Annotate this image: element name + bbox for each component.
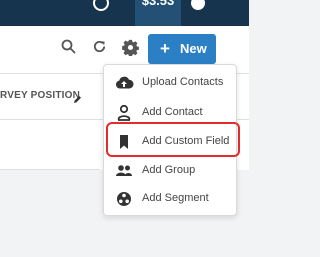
column-header-survey-position[interactable]: RVEY POSITION bbox=[0, 90, 80, 101]
gear-icon[interactable] bbox=[122, 39, 139, 61]
menu-item-add-segment[interactable]: Add Segment bbox=[104, 185, 236, 213]
account-balance-value: $3.53 bbox=[141, 0, 175, 8]
menu-item-add-group[interactable]: Add Group bbox=[104, 157, 236, 185]
refresh-icon[interactable] bbox=[92, 39, 107, 59]
pencil-icon[interactable] bbox=[73, 91, 82, 109]
new-button-label: New bbox=[180, 41, 207, 56]
group-icon bbox=[114, 161, 134, 181]
menu-item-label: Add Contact bbox=[142, 106, 203, 118]
plus-icon: + bbox=[160, 39, 170, 58]
menu-item-label: Upload Contacts bbox=[142, 76, 224, 88]
user-icon[interactable] bbox=[190, 0, 206, 16]
person-icon bbox=[114, 103, 134, 123]
top-navigation-bar: $3.53 bbox=[0, 0, 249, 26]
menu-item-upload-contacts[interactable]: Upload Contacts bbox=[104, 69, 236, 97]
menu-item-label: Add Group bbox=[142, 164, 196, 176]
segment-icon bbox=[114, 189, 134, 209]
cloud-upload-icon bbox=[114, 73, 134, 93]
highlight-box bbox=[106, 122, 240, 157]
help-icon[interactable] bbox=[93, 0, 109, 16]
new-button[interactable]: + New bbox=[148, 34, 216, 64]
search-icon[interactable] bbox=[61, 39, 76, 59]
menu-item-label: Add Segment bbox=[142, 192, 209, 204]
account-balance[interactable]: $3.53 bbox=[135, 0, 181, 26]
new-dropdown-menu: Upload Contacts Add Contact Add Custom F… bbox=[103, 64, 240, 216]
